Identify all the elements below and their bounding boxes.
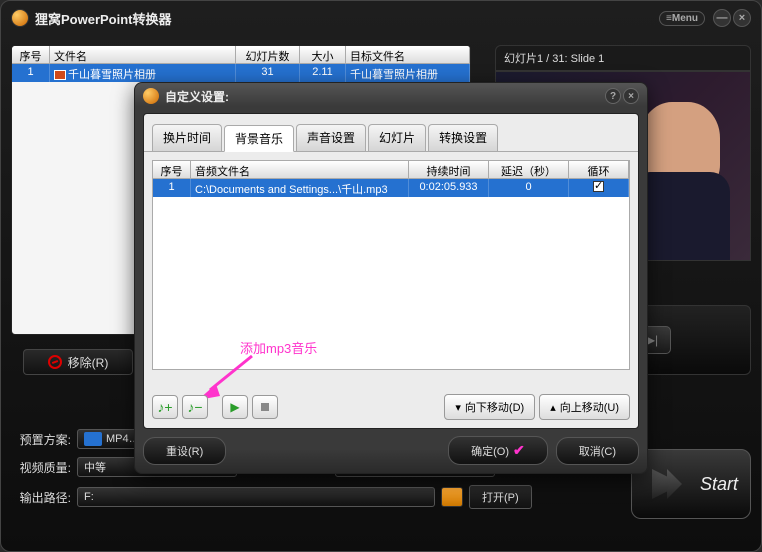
preview-title: 幻灯片1 / 31: Slide 1 bbox=[495, 45, 751, 71]
audio-table-header: 序号 音频文件名 持续时间 延迟（秒） 循环 bbox=[153, 161, 629, 179]
acol-file[interactable]: 音频文件名 bbox=[191, 161, 409, 178]
reset-button[interactable]: 重设(R) bbox=[143, 437, 226, 465]
remove-label: 移除(R) bbox=[68, 354, 109, 371]
minimize-button[interactable]: — bbox=[713, 9, 731, 27]
move-down-button[interactable]: ▾向下移动(D) bbox=[444, 394, 535, 420]
stop-audio-button[interactable] bbox=[252, 395, 278, 419]
cell-name: 千山暮雪照片相册 bbox=[50, 64, 236, 82]
stop-icon bbox=[261, 403, 269, 411]
cancel-button[interactable]: 取消(C) bbox=[556, 437, 639, 465]
acell-file: C:\Documents and Settings...\千山.mp3 bbox=[191, 179, 409, 197]
video-quality-label: 视频质量: bbox=[11, 459, 71, 476]
main-titlebar: 狸窝PowerPoint转换器 ≡Menu — × bbox=[1, 1, 761, 35]
col-slides[interactable]: 幻灯片数 bbox=[236, 46, 300, 63]
ok-button[interactable]: 确定(O)✔ bbox=[448, 436, 548, 465]
add-audio-button[interactable]: ♪+ bbox=[152, 395, 178, 419]
tab-strip: 换片时间 背景音乐 声音设置 幻灯片 转换设置 bbox=[144, 114, 638, 152]
acell-duration: 0:02:05.933 bbox=[409, 179, 489, 197]
app-title: 狸窝PowerPoint转换器 bbox=[35, 9, 172, 28]
col-name[interactable]: 文件名 bbox=[50, 46, 236, 63]
tab-slides[interactable]: 幻灯片 bbox=[368, 124, 426, 151]
output-path-input[interactable]: F: bbox=[77, 487, 435, 507]
acol-delay[interactable]: 延迟（秒） bbox=[489, 161, 569, 178]
audio-file-table: 序号 音频文件名 持续时间 延迟（秒） 循环 1 C:\Documents an… bbox=[152, 160, 630, 370]
browse-folder-button[interactable] bbox=[441, 487, 463, 507]
audio-row[interactable]: 1 C:\Documents and Settings...\千山.mp3 0:… bbox=[153, 179, 629, 197]
acol-duration[interactable]: 持续时间 bbox=[409, 161, 489, 178]
close-button[interactable]: × bbox=[733, 9, 751, 27]
output-path-label: 输出路径: bbox=[11, 489, 71, 506]
file-list-header: 序号 文件名 幻灯片数 大小 目标文件名 bbox=[12, 46, 470, 64]
dialog-close-button[interactable]: × bbox=[623, 88, 639, 104]
loop-checkbox[interactable] bbox=[593, 181, 604, 192]
acell-loop bbox=[569, 179, 629, 197]
col-size[interactable]: 大小 bbox=[300, 46, 346, 63]
menu-button[interactable]: ≡Menu bbox=[659, 11, 705, 26]
dialog-help-button[interactable]: ? bbox=[605, 88, 621, 104]
col-target[interactable]: 目标文件名 bbox=[346, 46, 470, 63]
music-note-plus-icon: ♪+ bbox=[157, 399, 172, 415]
move-up-button[interactable]: ▴向上移动(U) bbox=[539, 394, 630, 420]
custom-settings-dialog: 自定义设置: ? × 换片时间 背景音乐 声音设置 幻灯片 转换设置 序号 音频… bbox=[134, 82, 648, 474]
check-icon: ✔ bbox=[513, 442, 525, 459]
file-row[interactable]: 1 千山暮雪照片相册 31 2.11 千山暮雪照片相册 bbox=[12, 64, 470, 82]
tab-sound[interactable]: 声音设置 bbox=[296, 124, 366, 151]
remove-audio-button[interactable]: ♪− bbox=[182, 395, 208, 419]
cell-target: 千山暮雪照片相册 bbox=[346, 64, 470, 82]
dialog-body: 换片时间 背景音乐 声音设置 幻灯片 转换设置 序号 音频文件名 持续时间 延迟… bbox=[143, 113, 639, 429]
acell-num: 1 bbox=[153, 179, 191, 197]
dialog-title: 自定义设置: bbox=[165, 88, 229, 105]
open-button[interactable]: 打开(P) bbox=[469, 485, 532, 509]
start-button[interactable]: Start bbox=[631, 449, 751, 519]
cell-num: 1 bbox=[12, 64, 50, 82]
dialog-titlebar: 自定义设置: ? × bbox=[135, 83, 647, 109]
tab-bg-music[interactable]: 背景音乐 bbox=[224, 125, 294, 152]
preset-label: 预置方案: bbox=[11, 431, 71, 448]
ppt-icon bbox=[54, 70, 66, 80]
acol-loop[interactable]: 循环 bbox=[569, 161, 629, 178]
tab-timing[interactable]: 换片时间 bbox=[152, 124, 222, 151]
play-icon: ▶ bbox=[230, 400, 239, 414]
dialog-footer: 重设(R) 确定(O)✔ 取消(C) bbox=[143, 436, 639, 465]
col-num[interactable]: 序号 bbox=[12, 46, 50, 63]
remove-button[interactable]: 移除(R) bbox=[23, 349, 133, 375]
music-note-minus-icon: ♪− bbox=[187, 399, 202, 415]
dialog-toolbar: ♪+ ♪− ▶ ▾向下移动(D) ▴向上移动(U) bbox=[152, 394, 630, 420]
dialog-logo-icon bbox=[143, 88, 159, 104]
forbidden-icon bbox=[48, 355, 62, 369]
play-audio-button[interactable]: ▶ bbox=[222, 395, 248, 419]
app-logo-icon bbox=[11, 9, 29, 27]
arrow-down-icon: ▾ bbox=[455, 401, 461, 414]
cell-size: 2.11 bbox=[300, 64, 346, 82]
acol-num[interactable]: 序号 bbox=[153, 161, 191, 178]
acell-delay: 0 bbox=[489, 179, 569, 197]
tab-convert[interactable]: 转换设置 bbox=[428, 124, 498, 151]
cell-slides: 31 bbox=[236, 64, 300, 82]
arrow-up-icon: ▴ bbox=[550, 401, 556, 414]
mp4-icon bbox=[84, 432, 102, 446]
